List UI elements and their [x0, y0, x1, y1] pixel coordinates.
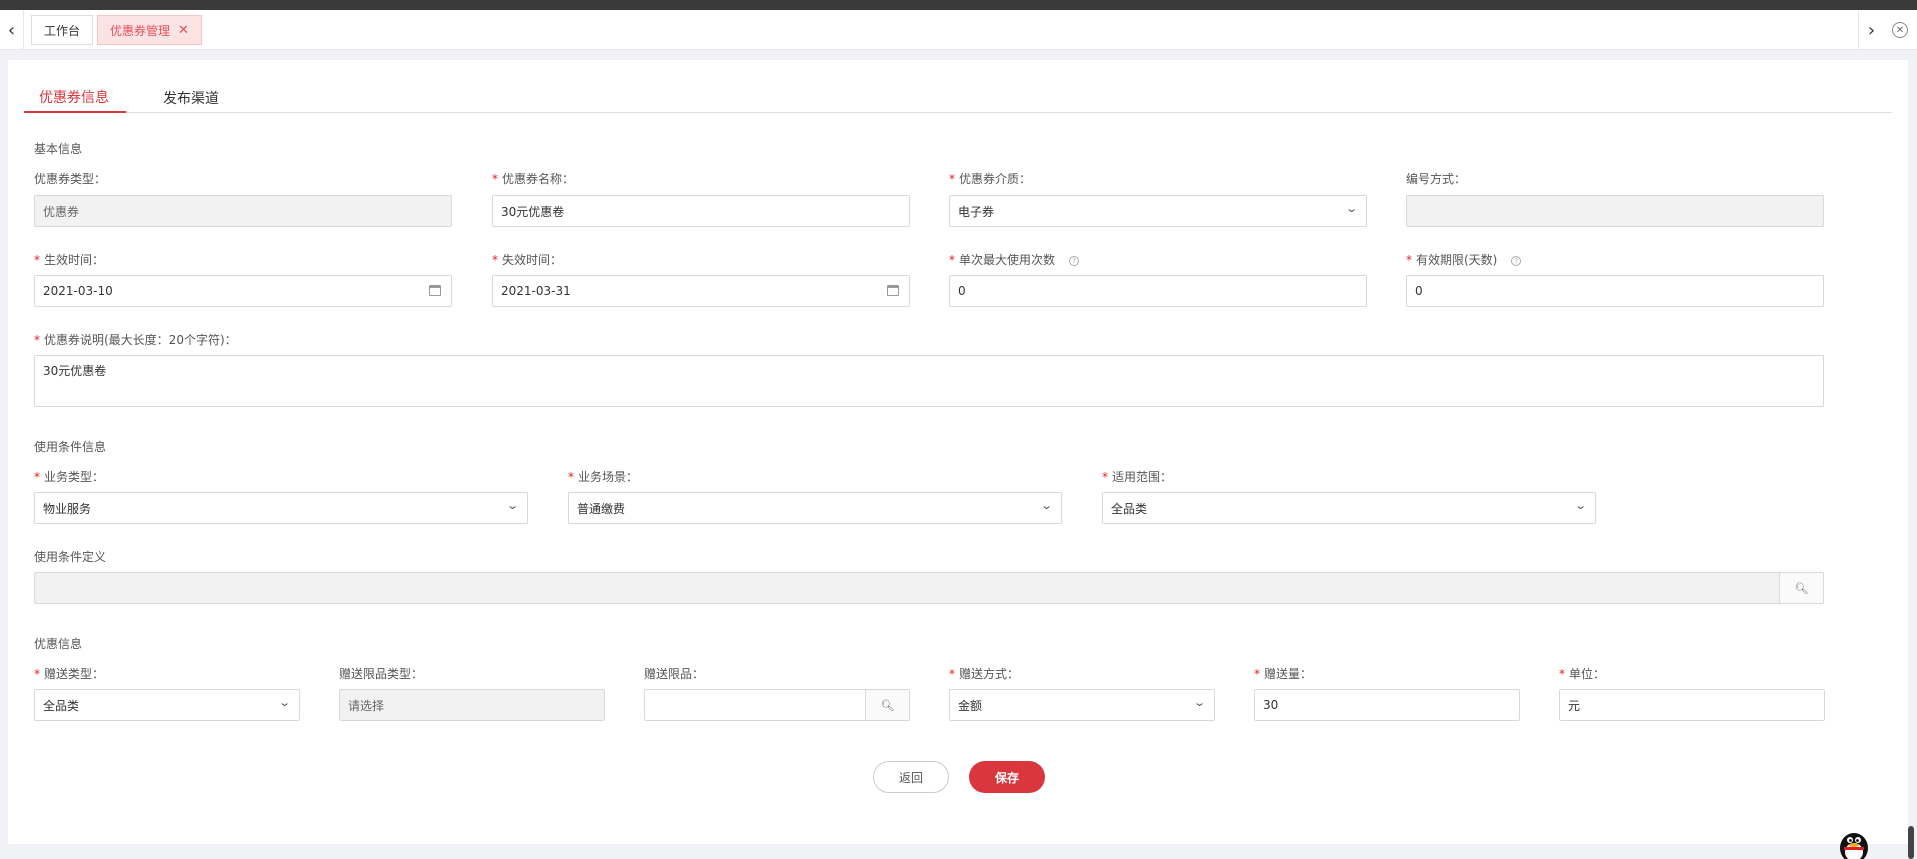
section-discount: 优惠信息 — [34, 637, 83, 651]
coupon-medium-select[interactable]: 电子券 ⌄ — [949, 195, 1367, 227]
chevron-down-icon: ⌄ — [277, 696, 291, 709]
close-all-tabs-icon[interactable]: ✕ — [1892, 22, 1908, 38]
chevron-down-icon: ⌄ — [505, 499, 519, 512]
help-icon[interactable]: ? — [1511, 255, 1522, 266]
coupon-type-label: 优惠券类型： — [34, 172, 107, 186]
page-scrollbar[interactable] — [1908, 826, 1914, 859]
qq-penguin-icon[interactable] — [1836, 830, 1872, 859]
chevron-down-icon: ⌄ — [1344, 202, 1358, 215]
coupon-name-label: * 优惠券名称： — [492, 172, 575, 186]
sub-tab-bar: 优惠券信息 发布渠道 — [24, 82, 1892, 113]
tab-strip: ‹ 工作台 优惠券管理 ✕ › ✕ — [0, 10, 1917, 50]
chevron-down-icon: ⌄ — [1573, 499, 1587, 512]
search-icon[interactable]: 🔍︎ — [1779, 573, 1823, 603]
help-icon[interactable]: ? — [1069, 255, 1080, 266]
section-conditions: 使用条件信息 — [34, 440, 107, 454]
coupon-type-field: 优惠券 — [34, 195, 452, 227]
subtab-publish-channel[interactable]: 发布渠道 — [148, 82, 234, 113]
back-button[interactable]: 返回 — [873, 761, 949, 793]
section-basic-info: 基本信息 — [34, 142, 83, 156]
gift-method-select[interactable]: 金额 ⌄ — [949, 689, 1215, 721]
subtab-coupon-info[interactable]: 优惠券信息 — [24, 82, 126, 113]
window-top-bar — [0, 0, 1917, 10]
search-icon[interactable]: 🔍︎ — [865, 690, 909, 720]
max-uses-input[interactable]: 0 — [949, 275, 1367, 307]
chevron-down-icon: ⌄ — [1039, 499, 1053, 512]
start-time-datepicker[interactable]: 2021-03-10 — [34, 275, 452, 307]
calendar-icon — [429, 285, 441, 296]
gift-type-label: * 赠送类型： — [34, 667, 105, 681]
validity-days-input[interactable]: 0 — [1406, 275, 1824, 307]
numbering-field — [1406, 195, 1824, 227]
end-time-datepicker[interactable]: 2021-03-31 — [492, 275, 910, 307]
save-button[interactable]: 保存 — [969, 761, 1045, 793]
description-textarea[interactable]: 30元优惠卷 — [34, 355, 1824, 407]
scope-select[interactable]: 全品类 ⌄ — [1102, 492, 1596, 524]
chevron-down-icon: ⌄ — [1192, 696, 1206, 709]
gift-limit-item-input[interactable]: 🔍︎ — [644, 689, 910, 721]
unit-input[interactable]: 元 — [1559, 689, 1825, 721]
business-type-select[interactable]: 物业服务 ⌄ — [34, 492, 528, 524]
business-scene-label: * 业务场景： — [568, 470, 639, 484]
description-label: * 优惠券说明(最大长度：20个字符)： — [34, 333, 237, 347]
start-time-label: * 生效时间： — [34, 253, 105, 267]
numbering-label: 编号方式： — [1406, 172, 1467, 186]
coupon-name-input[interactable]: 30元优惠卷 — [492, 195, 910, 227]
tab-workbench[interactable]: 工作台 — [31, 15, 94, 45]
calendar-icon — [887, 285, 899, 296]
condition-definition-label: 使用条件定义 — [34, 550, 107, 564]
tabs-scroll-right-icon[interactable]: › — [1858, 10, 1884, 50]
tab-coupon-management[interactable]: 优惠券管理 ✕ — [97, 15, 202, 45]
gift-type-select[interactable]: 全品类 ⌄ — [34, 689, 300, 721]
business-type-label: * 业务类型： — [34, 470, 105, 484]
gift-amount-input[interactable]: 30 — [1254, 689, 1520, 721]
gift-limit-type-field: 请选择 — [339, 689, 605, 721]
coupon-medium-label: * 优惠券介质： — [949, 172, 1032, 186]
max-uses-label: * 单次最大使用次数? — [949, 251, 1080, 268]
condition-definition-field[interactable]: 🔍︎ — [34, 572, 1824, 604]
validity-days-label: * 有效期限(天数)? — [1406, 251, 1522, 268]
coupon-form-card: 优惠券信息 发布渠道 基本信息 优惠券类型： 优惠券 * 优惠券名称： 30元优惠… — [8, 60, 1908, 844]
unit-label: * 单位： — [1559, 667, 1606, 681]
end-time-label: * 失效时间： — [492, 253, 563, 267]
gift-limit-item-label: 赠送限品： — [644, 667, 705, 681]
close-icon[interactable]: ✕ — [178, 23, 189, 38]
gift-method-label: * 赠送方式： — [949, 667, 1020, 681]
business-scene-select[interactable]: 普通缴费 ⌄ — [568, 492, 1062, 524]
gift-amount-label: * 赠送量： — [1254, 667, 1313, 681]
scope-label: * 适用范围： — [1102, 470, 1173, 484]
gift-limit-type-label: 赠送限品类型： — [339, 667, 424, 681]
tabs-scroll-left-icon[interactable]: ‹ — [0, 10, 24, 50]
